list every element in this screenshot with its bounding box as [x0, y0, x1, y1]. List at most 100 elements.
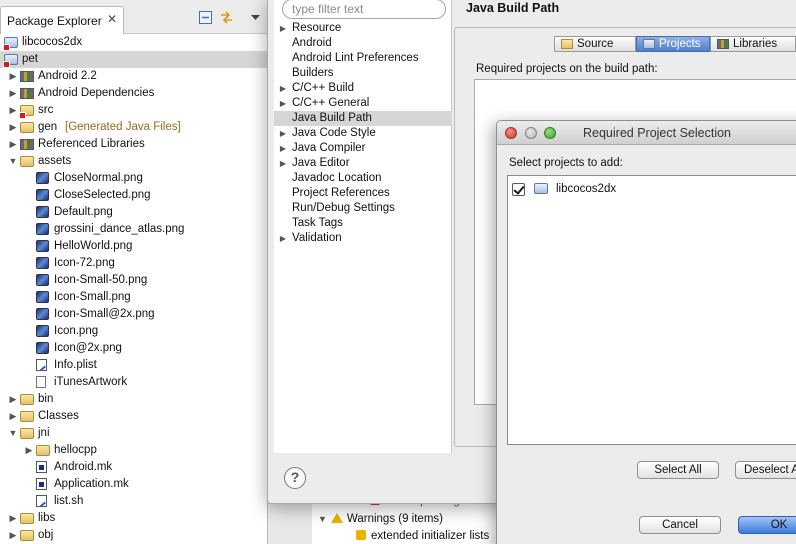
- category-item[interactable]: Java Build Path: [274, 111, 452, 126]
- category-item[interactable]: Android Lint Preferences: [274, 51, 452, 66]
- category-item[interactable]: Javadoc Location: [274, 171, 452, 186]
- category-item[interactable]: Run/Debug Settings: [274, 201, 452, 216]
- category-item[interactable]: ▶ Java Compiler: [274, 141, 452, 156]
- chevron-right-icon[interactable]: ▶: [278, 231, 288, 246]
- tree-item[interactable]: ▶ src: [0, 102, 267, 119]
- category-item[interactable]: ▶ Resource: [274, 21, 452, 36]
- chevron-right-icon[interactable]: ▶: [8, 510, 18, 527]
- category-item[interactable]: ▶ C/C++ Build: [274, 81, 452, 96]
- dialog-title: Required Project Selection: [583, 126, 731, 140]
- tree-item-label: Info.plist: [54, 359, 97, 371]
- category-item[interactable]: ▶ Java Editor: [274, 156, 452, 171]
- tab-label: Libraries: [733, 38, 778, 50]
- chevron-right-icon[interactable]: ▶: [278, 21, 288, 36]
- tree-item[interactable]: CloseSelected.png: [0, 187, 267, 204]
- chevron-right-icon[interactable]: ▶: [8, 102, 18, 119]
- tree-item[interactable]: iTunesArtwork: [0, 374, 267, 391]
- help-button[interactable]: ?: [284, 467, 306, 489]
- tree-item-label: CloseNormal.png: [54, 172, 143, 184]
- tree-item[interactable]: ▼ jni: [0, 425, 267, 442]
- chevron-down-icon[interactable]: ▼: [8, 425, 18, 442]
- chevron-right-icon[interactable]: ▶: [8, 136, 18, 153]
- category-item[interactable]: Builders: [274, 66, 452, 81]
- cancel-button[interactable]: Cancel: [639, 516, 721, 534]
- tree-item-label: obj: [38, 529, 54, 541]
- tree-item[interactable]: ▶ Referenced Libraries: [0, 136, 267, 153]
- link-with-editor-icon[interactable]: [219, 10, 234, 25]
- chevron-down-icon[interactable]: ▼: [8, 153, 18, 170]
- tree-item[interactable]: Icon.png: [0, 323, 267, 340]
- tree-item[interactable]: list.sh: [0, 493, 267, 510]
- select-all-button[interactable]: Select All: [637, 461, 719, 479]
- category-label: Validation: [292, 232, 342, 244]
- chevron-right-icon[interactable]: ▶: [8, 527, 18, 544]
- tree-item[interactable]: Default.png: [0, 204, 267, 221]
- category-label: Builders: [292, 67, 334, 79]
- chevron-right-icon[interactable]: ▶: [278, 126, 288, 141]
- tree-item[interactable]: ▶ Android 2.2: [0, 68, 267, 85]
- tree-item[interactable]: Icon-Small.png: [0, 289, 267, 306]
- tree-item-label: Android 2.2: [38, 70, 97, 82]
- close-window-icon[interactable]: [505, 127, 517, 139]
- tree-item[interactable]: ▶ obj: [0, 527, 267, 544]
- tree-item[interactable]: Android.mk: [0, 459, 267, 476]
- tree-item[interactable]: ▶ Android Dependencies: [0, 85, 267, 102]
- warning-icon: [330, 513, 343, 523]
- filter-input[interactable]: [282, 0, 446, 19]
- tree-item[interactable]: Info.plist: [0, 357, 267, 374]
- tree-item[interactable]: Icon-Small@2x.png: [0, 306, 267, 323]
- zoom-window-icon[interactable]: [544, 127, 556, 139]
- tree-item[interactable]: HelloWorld.png: [0, 238, 267, 255]
- chevron-right-icon[interactable]: ▶: [8, 391, 18, 408]
- tree-item[interactable]: grossini_dance_atlas.png: [0, 221, 267, 238]
- package-explorer-view: Package Explorer ✕ libcocos2dx pet ▶ Androi…: [0, 0, 268, 544]
- tree-item[interactable]: ▶ gen [Generated Java Files]: [0, 119, 267, 136]
- category-item[interactable]: Android: [274, 36, 452, 51]
- category-item[interactable]: ▶ C/C++ General: [274, 96, 452, 111]
- warnings-group-row[interactable]: ▼ Warnings (9 items): [318, 511, 443, 528]
- chevron-right-icon[interactable]: ▶: [278, 141, 288, 156]
- close-icon[interactable]: ✕: [107, 12, 117, 26]
- tree-item[interactable]: CloseNormal.png: [0, 170, 267, 187]
- chevron-right-icon[interactable]: ▶: [8, 119, 18, 136]
- tab-source[interactable]: Source: [554, 36, 636, 52]
- view-menu-icon[interactable]: [248, 10, 263, 25]
- tree-item[interactable]: ▶ Classes: [0, 408, 267, 425]
- tree-item-label: Referenced Libraries: [38, 138, 145, 150]
- chevron-right-icon[interactable]: ▶: [278, 156, 288, 171]
- category-item[interactable]: ▶ Validation: [274, 231, 452, 246]
- tree-item[interactable]: pet: [0, 51, 267, 68]
- tree-item[interactable]: Icon-Small-50.png: [0, 272, 267, 289]
- chevron-down-icon[interactable]: ▼: [318, 514, 327, 524]
- tree-item[interactable]: Application.mk: [0, 476, 267, 493]
- tree-item[interactable]: ▼ assets: [0, 153, 267, 170]
- category-item[interactable]: Project References: [274, 186, 452, 201]
- project-checkbox[interactable]: [512, 183, 525, 196]
- minimize-window-icon[interactable]: [525, 127, 537, 139]
- chevron-right-icon[interactable]: ▶: [8, 85, 18, 102]
- tab-libraries[interactable]: Libraries: [710, 36, 796, 52]
- image-file-icon: [36, 342, 49, 354]
- tree-item[interactable]: Icon@2x.png: [0, 340, 267, 357]
- dialog-titlebar: Required Project Selection: [497, 121, 796, 145]
- tab-package-explorer[interactable]: Package Explorer ✕: [0, 6, 124, 34]
- category-item[interactable]: ▶ Java Code Style: [274, 126, 452, 141]
- chevron-right-icon[interactable]: ▶: [8, 68, 18, 85]
- chevron-right-icon[interactable]: ▶: [278, 96, 288, 111]
- tree-item[interactable]: Icon-72.png: [0, 255, 267, 272]
- category-label: Project References: [292, 187, 390, 199]
- ok-button[interactable]: OK: [738, 516, 796, 534]
- tab-projects[interactable]: Projects: [636, 36, 710, 52]
- chevron-right-icon[interactable]: ▶: [24, 442, 34, 459]
- tree-item[interactable]: ▶ bin: [0, 391, 267, 408]
- chevron-right-icon[interactable]: ▶: [8, 408, 18, 425]
- tree-item[interactable]: ▶ hellocpp: [0, 442, 267, 459]
- chevron-right-icon[interactable]: ▶: [278, 81, 288, 96]
- project-checklist[interactable]: libcocos2dx: [507, 175, 796, 445]
- deselect-all-button[interactable]: Deselect All: [735, 461, 796, 479]
- tree-item[interactable]: libcocos2dx: [0, 34, 267, 51]
- warning-item-row[interactable]: extended initializer lists: [356, 528, 489, 544]
- tree-item[interactable]: ▶ libs: [0, 510, 267, 527]
- collapse-all-icon[interactable]: [198, 10, 213, 25]
- category-item[interactable]: Task Tags: [274, 216, 452, 231]
